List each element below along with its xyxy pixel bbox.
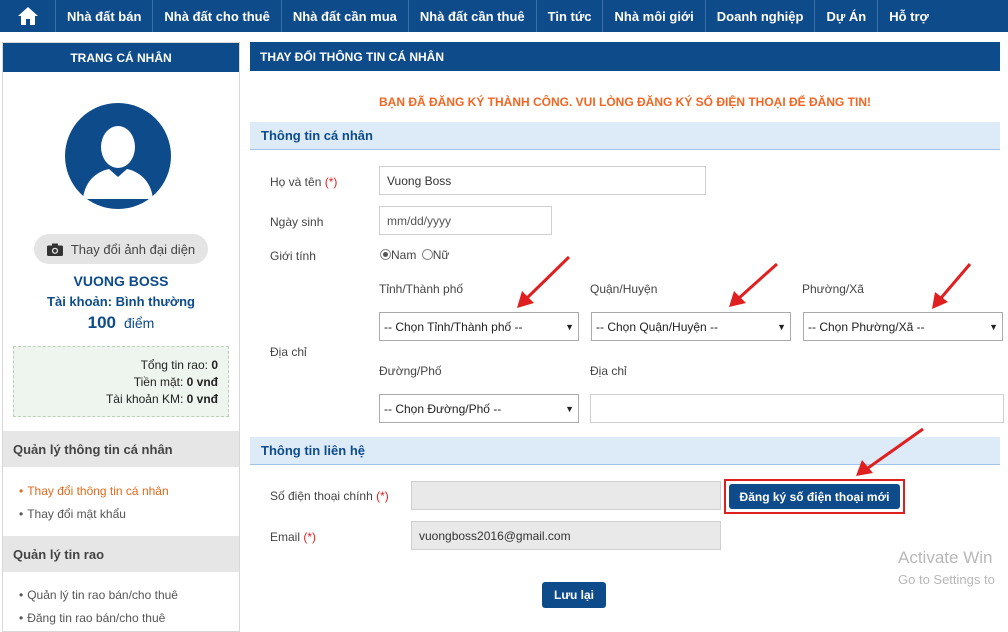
points-display: 100 điểm <box>3 313 239 333</box>
sidebar-title: TRANG CÁ NHÂN <box>3 43 239 72</box>
district-select[interactable]: -- Chọn Quận/Huyện -- ▼ <box>591 312 791 341</box>
watermark-line1: Activate Win <box>898 548 993 567</box>
profile-sidebar: TRANG CÁ NHÂN Thay đổi ảnh đại diện VUON… <box>2 42 240 632</box>
arrow-icon <box>729 262 779 307</box>
fullname-label: Họ và tên (*) <box>270 175 338 189</box>
nav-item-doanh-nghiep[interactable]: Doanh nghiệp <box>706 0 816 32</box>
chevron-down-icon: ▼ <box>565 403 574 414</box>
change-avatar-button[interactable]: Thay đổi ảnh đại diện <box>34 234 208 264</box>
activation-watermark: Activate Win Go to Settings to <box>898 548 995 587</box>
user-name: VUONG BOSS <box>73 273 169 289</box>
phone-label: Số điện thoại chính (*) <box>270 489 389 503</box>
fullname-input[interactable]: Vuong Boss <box>379 166 706 195</box>
register-phone-button[interactable]: Đăng ký số điện thoại mới <box>729 484 900 509</box>
save-button[interactable]: Lưu lại <box>542 582 606 608</box>
points-unit: điểm <box>124 315 155 331</box>
gender-male-label: Nam <box>391 248 417 262</box>
street-select[interactable]: -- Chọn Đường/Phố -- ▼ <box>379 394 579 423</box>
province-label: Tỉnh/Thành phố <box>379 282 464 296</box>
register-phone-highlight: Đăng ký số điện thoại mới <box>724 479 905 514</box>
province-select[interactable]: -- Chọn Tỉnh/Thành phố -- ▼ <box>379 312 579 341</box>
arrow-icon <box>517 255 571 308</box>
watermark-line2: Go to Settings to <box>898 572 995 587</box>
section-personal-info: Quản lý thông tin cá nhân <box>3 431 239 467</box>
phone-input[interactable] <box>411 481 721 510</box>
chevron-down-icon: ▼ <box>565 321 574 332</box>
nav-item-nha-dat-cho-thue[interactable]: Nhà đất cho thuê <box>153 0 282 32</box>
nav-item-nha-dat-can-thue[interactable]: Nhà đất cần thuê <box>409 0 537 32</box>
link-change-password[interactable]: • Thay đổi mật khẩu <box>19 507 126 521</box>
stat-cash: Tiền mặt: 0 vnđ <box>133 375 218 389</box>
ward-label: Phường/Xã <box>802 282 864 296</box>
nav-item-ho-tro[interactable]: Hỗ trợ <box>878 0 940 32</box>
gender-options: Nam Nữ <box>380 248 449 262</box>
personal-info-section-header: Thông tin cá nhân <box>250 122 1000 150</box>
change-avatar-label: Thay đổi ảnh đại diện <box>70 241 196 257</box>
address-detail-input[interactable] <box>590 394 1004 423</box>
dob-label: Ngày sinh <box>270 215 324 229</box>
link-change-info[interactable]: • Thay đổi thông tin cá nhân <box>19 484 169 498</box>
nav-item-du-an[interactable]: Dự Án <box>815 0 879 32</box>
home-icon <box>17 7 38 25</box>
nav-item-nha-moi-gioi[interactable]: Nhà môi giới <box>603 0 706 32</box>
account-stats-box: Tổng tin rao: 0 Tiền mặt: 0 vnđ Tài khoả… <box>13 346 229 417</box>
stat-promo-account: Tài khoản KM: 0 vnđ <box>105 392 218 406</box>
chevron-down-icon: ▼ <box>989 321 998 332</box>
avatar <box>65 103 171 209</box>
ward-select[interactable]: -- Chọn Phường/Xã -- ▼ <box>803 312 1003 341</box>
nav-item-tin-tuc[interactable]: Tin tức <box>537 0 604 32</box>
link-manage-ads[interactable]: • Quản lý tin rao bán/cho thuê <box>19 588 178 602</box>
camera-icon <box>46 243 63 256</box>
dob-input[interactable]: mm/dd/yyyy <box>379 206 552 235</box>
contact-info-section-header: Thông tin liên hệ <box>250 437 1000 465</box>
nav-item-nha-dat-ban[interactable]: Nhà đất bán <box>56 0 154 32</box>
top-nav: Nhà đất bán Nhà đất cho thuê Nhà đất cần… <box>0 0 1008 32</box>
success-notice: BẠN ĐÃ ĐĂNG KÝ THÀNH CÔNG. VUI LÒNG ĐĂNG… <box>378 95 871 109</box>
address-detail-label: Địa chỉ <box>590 364 627 378</box>
chevron-down-icon: ▼ <box>777 321 786 332</box>
email-label: Email (*) <box>270 530 317 544</box>
gender-female-radio[interactable] <box>421 249 433 260</box>
email-input[interactable]: vuongboss2016@gmail.com <box>411 521 721 550</box>
user-silhouette-icon <box>83 126 153 199</box>
home-button[interactable] <box>0 0 56 32</box>
nav-item-nha-dat-can-mua[interactable]: Nhà đất cần mua <box>282 0 409 32</box>
arrow-icon <box>932 263 972 309</box>
stat-total-ads: Tổng tin rao: 0 <box>140 358 218 372</box>
points-value: 100 <box>87 313 116 332</box>
account-type: Tài khoản: Bình thường <box>47 294 195 309</box>
section-manage-ads: Quản lý tin rao <box>3 536 239 572</box>
gender-female-label: Nữ <box>432 248 450 262</box>
street-label: Đường/Phố <box>379 364 442 378</box>
gender-male-radio[interactable] <box>380 249 391 260</box>
district-label: Quận/Huyện <box>590 282 658 296</box>
address-label: Địa chỉ <box>270 345 307 359</box>
page-title: THAY ĐỔI THÔNG TIN CÁ NHÂN <box>250 42 1000 71</box>
gender-label: Giới tính <box>270 249 316 263</box>
